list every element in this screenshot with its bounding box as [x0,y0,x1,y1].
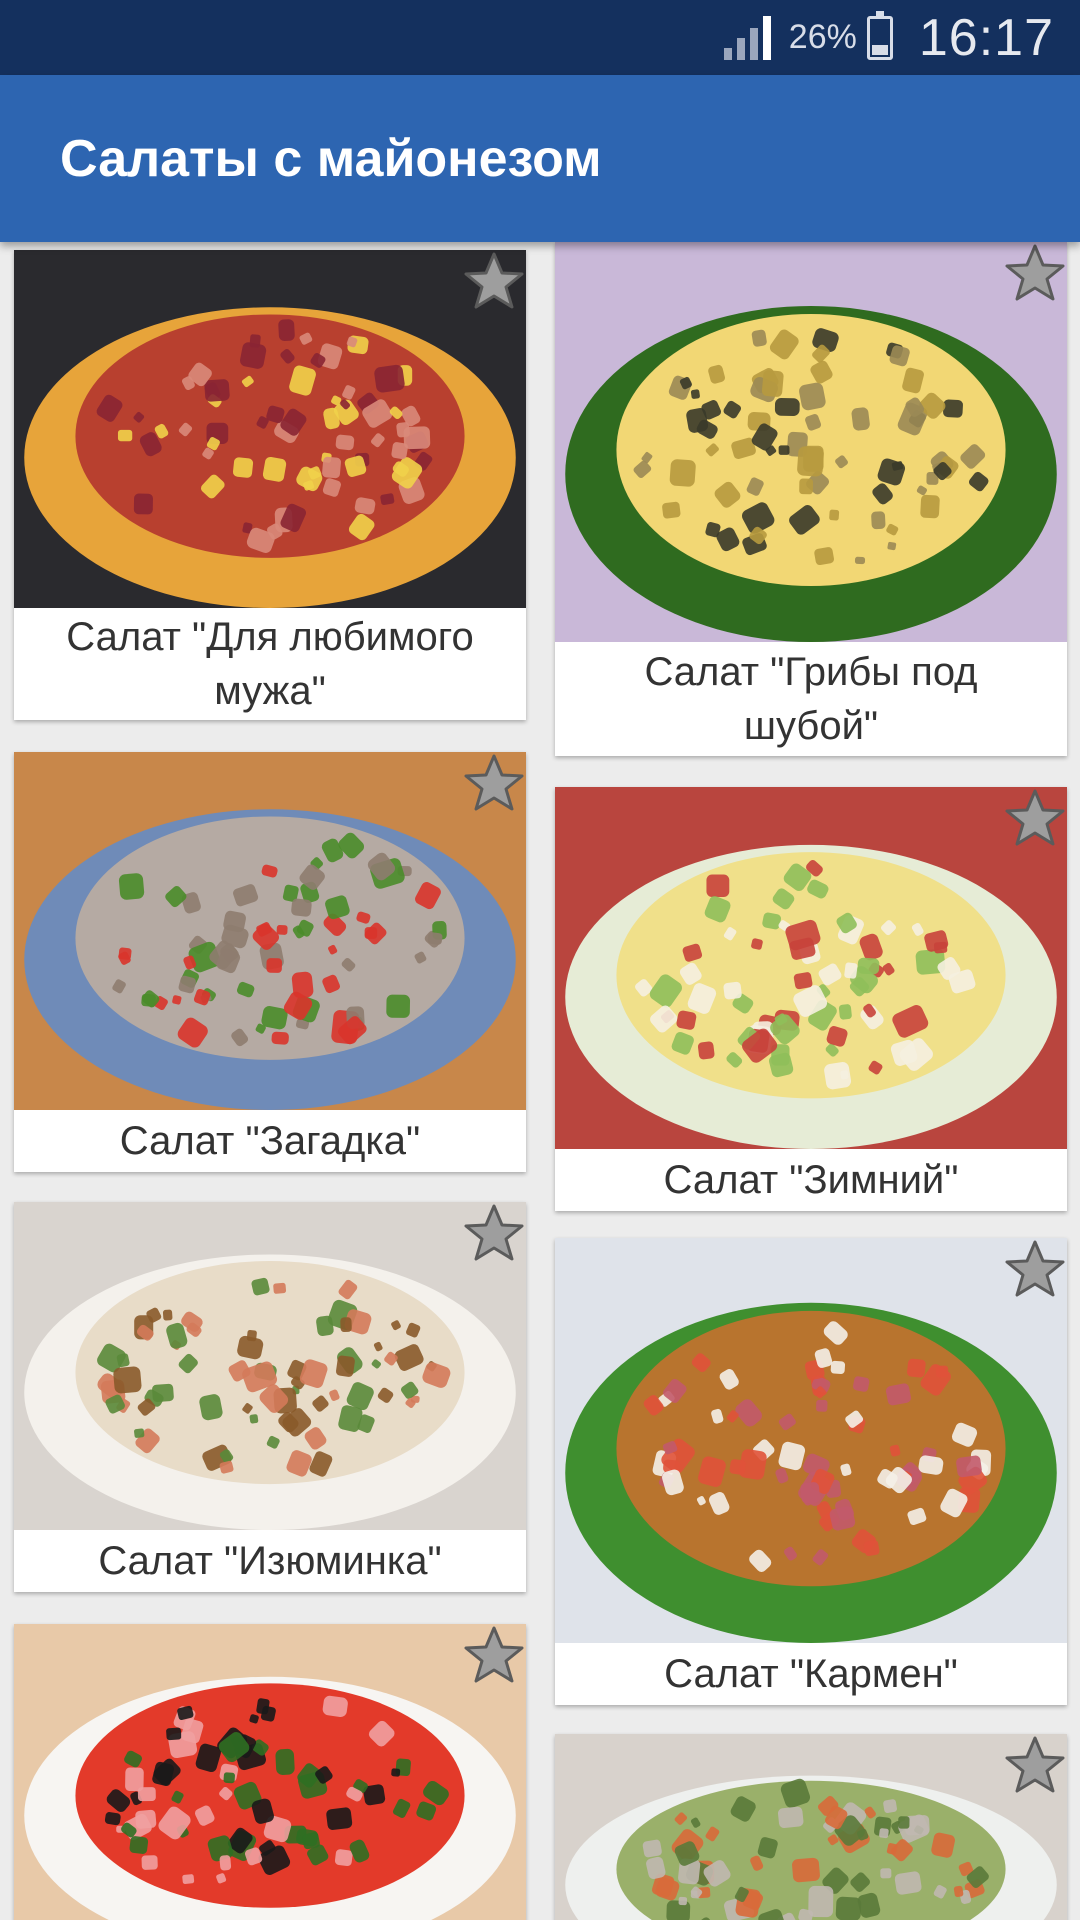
recipe-photo [555,1238,1067,1643]
favorite-star-icon[interactable] [1003,1238,1067,1302]
recipe-photo [555,242,1067,642]
recipe-title: Салат "Для любимого мужа" [66,615,474,713]
recipe-title: Салат "Загадка" [119,1119,421,1163]
recipe-photo [14,250,526,608]
favorite-star-icon[interactable] [1003,1734,1067,1798]
recipe-card[interactable]: Салат "Зимний" [555,787,1067,1211]
recipe-photo [14,752,526,1110]
signal-icon [723,15,771,60]
clock: 16:17 [918,8,1054,67]
recipe-card[interactable] [14,1624,526,1920]
favorite-star-icon[interactable] [462,250,526,314]
recipe-photo [14,1202,526,1530]
battery-percent: 26% [788,18,857,56]
recipe-card[interactable] [555,1734,1067,1920]
recipe-title: Салат "Зимний" [663,1158,959,1202]
recipe-card[interactable]: Салат "Грибы под шубой" [555,242,1067,756]
food-illustration [14,1202,526,1530]
recipe-card[interactable]: Салат "Изюминка" [14,1202,526,1592]
food-illustration [555,1734,1067,1920]
favorite-star-icon[interactable] [1003,787,1067,851]
favorite-star-icon[interactable] [1003,242,1067,306]
food-illustration [14,250,526,608]
recipe-photo [555,787,1067,1149]
favorite-star-icon[interactable] [462,752,526,816]
recipe-photo [14,1624,526,1920]
page-title: Салаты с майонезом [60,129,602,188]
favorite-star-icon[interactable] [462,1202,526,1266]
recipe-title: Салат "Грибы под шубой" [644,650,978,748]
food-illustration [14,752,526,1110]
battery-icon [866,10,893,60]
favorite-star-icon[interactable] [462,1624,526,1688]
food-illustration [14,1624,526,1920]
recipe-grid[interactable]: Салат "Для любимого мужа" Салат "Грибы п… [0,242,1080,1920]
food-illustration [555,787,1067,1149]
app-bar: Салаты с майонезом [0,75,1080,242]
recipe-title: Салат "Кармен" [664,1652,958,1696]
status-bar: 26% 16:17 [0,0,1080,75]
recipe-card[interactable]: Салат "Загадка" [14,752,526,1172]
recipe-photo [555,1734,1067,1920]
food-illustration [555,1238,1067,1643]
recipe-title: Салат "Изюминка" [98,1539,442,1583]
recipe-card[interactable]: Салат "Кармен" [555,1238,1067,1705]
recipe-card[interactable]: Салат "Для любимого мужа" [14,250,526,720]
food-illustration [555,242,1067,642]
